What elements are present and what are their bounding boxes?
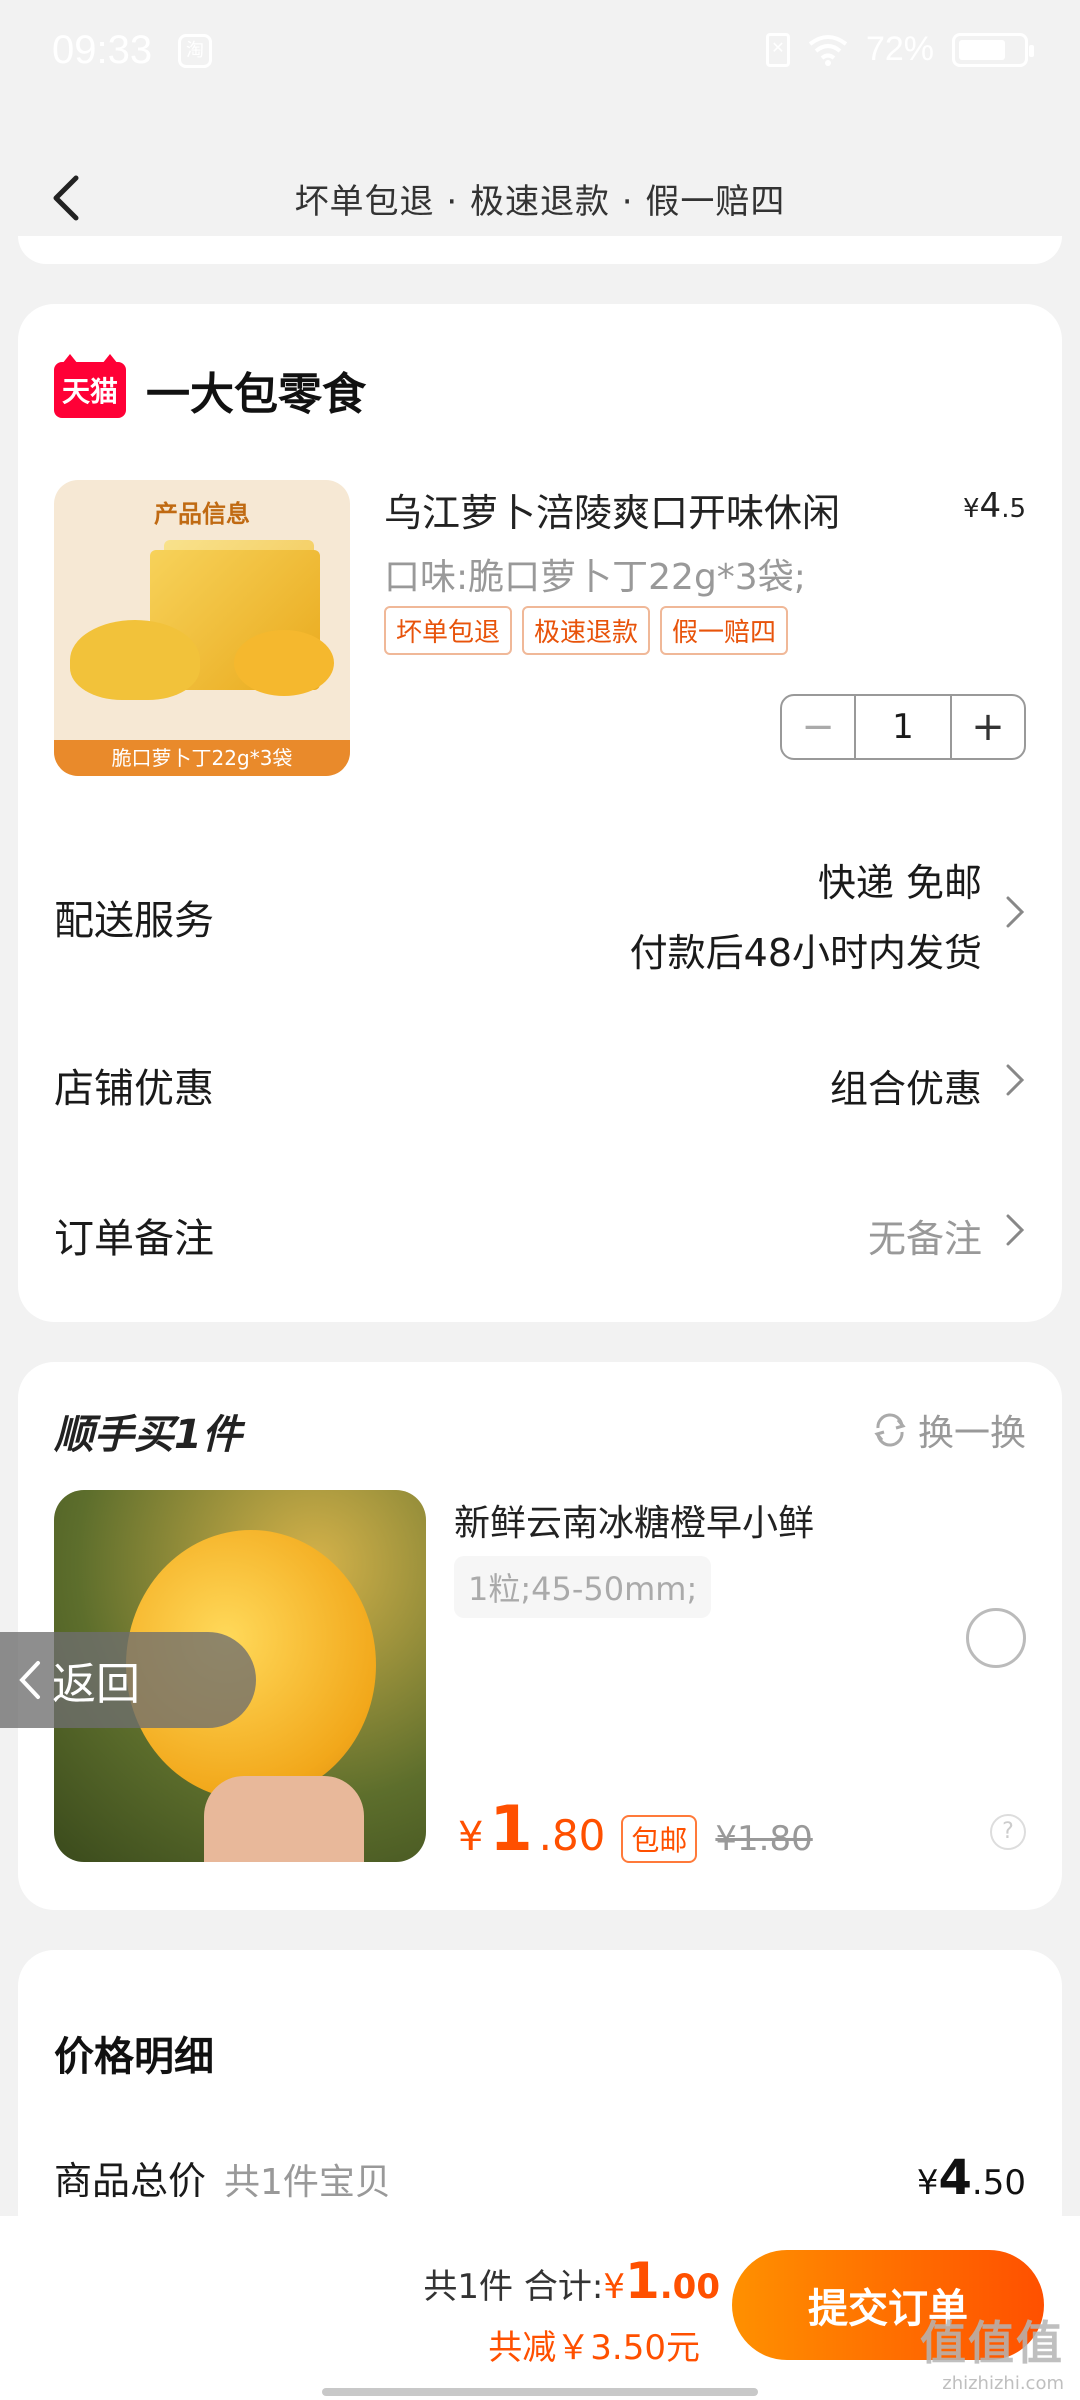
shop-discount-value[interactable]: 组合优惠 (830, 1058, 982, 1113)
order-remark-label: 订单备注 (54, 1216, 214, 1262)
recommend-product-name[interactable]: 新鲜云南冰糖橙早小鲜 (454, 1494, 814, 1546)
swap-label: 换一换 (917, 1413, 1026, 1454)
product-image[interactable]: 产品信息 脆口萝卜丁22g*3袋 (54, 480, 350, 776)
battery-percent: 72% (865, 30, 934, 68)
status-time: 09:33 (52, 28, 153, 72)
home-indicator[interactable] (322, 2388, 758, 2396)
goods-total-label: 商品总价 共1件宝贝 (54, 2150, 391, 2205)
delivery-method[interactable]: 快递 免邮 (818, 852, 982, 907)
price-detail-title: 价格明细 (54, 2034, 214, 2080)
goods-total-dec: .50 (971, 2163, 1026, 2203)
recommend-price: ¥ 1.80 包邮 ¥1.80 (458, 1792, 813, 1865)
recommend-price-int: 1 (489, 1792, 533, 1865)
goods-count: 共1件宝贝 (224, 2162, 391, 2203)
item-count: 共1件 (423, 2267, 514, 2307)
product-image-caption: 脆口萝卜丁22g*3袋 (54, 740, 350, 776)
recommend-price-dec: .80 (538, 1811, 606, 1860)
service-tag: 假一赔四 (660, 606, 789, 655)
nav-title: 坏单包退 · 极速退款 · 假一赔四 (294, 182, 786, 222)
watermark-url: zhizhizhi.com (942, 2373, 1064, 2394)
product-price-dec: .5 (1001, 494, 1026, 524)
product-price-symbol: ¥ (963, 494, 980, 524)
quantity-stepper: − 1 + (780, 694, 1026, 760)
order-remark-value[interactable]: 无备注 (868, 1208, 982, 1263)
floating-back-label: 返回 (52, 1659, 140, 1710)
product-spec[interactable]: 口味:脆口萝卜丁22g*3袋; (384, 548, 806, 600)
recommend-price-symbol: ¥ (458, 1814, 484, 1860)
product-image-label: 产品信息 (154, 500, 250, 528)
chevron-right-icon[interactable] (1000, 1060, 1030, 1100)
total-int: 1 (624, 2252, 660, 2310)
free-shipping-badge: 包邮 (621, 1815, 698, 1863)
product-bowl-small (234, 630, 334, 696)
address-card-edge (18, 236, 1062, 264)
price-detail-card: 价格明细 商品总价 共1件宝贝 ¥4.50 (18, 1950, 1062, 2250)
service-tag: 极速退款 (522, 606, 651, 655)
tmall-logo: 天猫 (54, 354, 126, 418)
watermark: 值值值 zhizhizhi.com (920, 2307, 1064, 2394)
sim-icon: ✕ (765, 32, 790, 67)
increase-quantity-button[interactable]: + (952, 696, 1024, 758)
recommend-product-spec[interactable]: 1粒;45-50mm; (454, 1556, 712, 1618)
order-card: 天猫 一大包零食 产品信息 脆口萝卜丁22g*3袋 乌江萝卜涪陵爽口开味休闲 ¥… (18, 304, 1062, 1322)
chevron-left-icon (19, 1661, 40, 1699)
checkout-bar: 共1件 合计:¥1.00 共减￥3.50元 提交订单 (0, 2216, 1080, 2400)
status-indicators: ✕ 72% (765, 30, 1034, 69)
goods-total-symbol: ¥ (916, 2163, 939, 2203)
original-price: ¥1.80 (715, 1819, 813, 1859)
chevron-right-icon[interactable] (1000, 892, 1030, 932)
delivery-time[interactable]: 付款后48小时内发货 (630, 922, 982, 977)
total-label: 合计: (523, 2267, 604, 2307)
decrease-quantity-button[interactable]: − (782, 696, 854, 758)
status-bar: 09:33 淘 ✕ 72% (0, 0, 1080, 110)
wifi-icon (808, 34, 848, 66)
service-tags: 坏单包退 极速退款 假一赔四 (384, 606, 789, 655)
discount-summary: 共减￥3.50元 (488, 2328, 700, 2368)
swap-button[interactable]: 换一换 (870, 1404, 1026, 1456)
total-summary: 共1件 合计:¥1.00 (423, 2252, 720, 2310)
total-dec: .00 (659, 2267, 720, 2307)
taobao-app-icon: 淘 (178, 34, 212, 68)
shop-name: 一大包零食 (146, 369, 366, 420)
product-title[interactable]: 乌江萝卜涪陵爽口开味休闲 (384, 482, 840, 537)
chevron-right-icon[interactable] (1000, 1210, 1030, 1250)
product-price-int: 4 (979, 486, 1002, 526)
goods-total-int: 4 (938, 2150, 972, 2206)
battery-icon (952, 32, 1034, 67)
refresh-icon (874, 1413, 906, 1447)
shop-header[interactable]: 天猫 一大包零食 (54, 354, 366, 422)
shop-discount-label: 店铺优惠 (54, 1066, 214, 1112)
product-price: ¥4.5 (963, 486, 1026, 526)
watermark-logo: 值值值 (920, 2316, 1064, 2370)
nav-bar: 坏单包退 · 极速退款 · 假一赔四 (0, 150, 1080, 246)
battery-fill (959, 39, 1006, 60)
total-price: ¥1.00 (603, 2252, 720, 2310)
help-icon[interactable]: ? (990, 1814, 1026, 1850)
goods-total-value: ¥4.50 (917, 2150, 1026, 2206)
service-tag: 坏单包退 (384, 606, 513, 655)
product-bowl (70, 620, 200, 700)
goods-total-text: 商品总价 (54, 2159, 207, 2203)
recommend-select-radio[interactable] (966, 1608, 1026, 1668)
quantity-value[interactable]: 1 (854, 696, 952, 758)
total-symbol: ¥ (603, 2267, 625, 2307)
hand (204, 1776, 364, 1862)
recommend-title: 顺手买1件 (54, 1412, 242, 1458)
floating-back-button[interactable]: 返回 (0, 1632, 256, 1728)
delivery-label: 配送服务 (54, 898, 214, 944)
